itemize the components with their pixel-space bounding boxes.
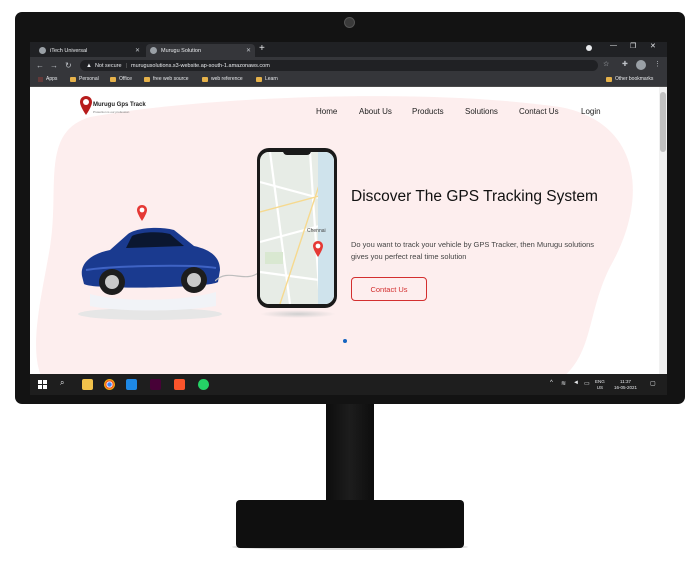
bookmark-office[interactable]: Office [110, 76, 132, 82]
folder-icon [70, 76, 76, 82]
search-icon[interactable]: ⌕ [60, 378, 64, 388]
nav-home[interactable]: Home [316, 107, 337, 116]
slider-indicator-dot[interactable] [343, 339, 347, 343]
nav-solutions[interactable]: Solutions [465, 107, 498, 116]
bookmark-label: free web source [153, 76, 189, 82]
notifications-icon[interactable]: ▢ [650, 380, 656, 387]
hero-title: Discover The GPS Tracking System [351, 188, 598, 205]
maximize-icon[interactable]: ❐ [630, 42, 636, 50]
car-illustration [78, 227, 222, 320]
monitor-stand-base [236, 500, 464, 548]
contact-us-button[interactable]: Contact Us [351, 277, 427, 301]
bookmark-label: Other bookmarks [615, 76, 654, 82]
monitor-screen: iTech Universal ✕ Murugu Solution ✕ + — … [30, 42, 667, 395]
nav-login[interactable]: Login [581, 107, 601, 116]
bookmark-web-reference[interactable]: web reference [202, 76, 243, 82]
bookmark-label: Personal [79, 76, 99, 82]
monitor-stand-neck [326, 404, 374, 512]
map-location-pin-icon [313, 241, 323, 257]
warning-icon: ▲ [86, 62, 92, 69]
kebab-menu-icon[interactable]: ⋮ [654, 60, 661, 68]
bookmark-free-web-source[interactable]: free web source [144, 76, 189, 82]
map-city-label: Chennai [307, 228, 326, 234]
bookmark-personal[interactable]: Personal [70, 76, 99, 82]
brave-icon[interactable] [174, 379, 185, 390]
region-code: US [596, 385, 604, 390]
bookmark-label: Learn [265, 76, 278, 82]
url-text[interactable]: murugusolutions.s3-website.ap-south-1.am… [131, 63, 270, 69]
tab-title: iTech Universal [50, 47, 88, 54]
phone-notch [283, 150, 311, 155]
other-bookmarks[interactable]: Other bookmarks [606, 76, 653, 82]
security-label: Not secure [94, 62, 122, 69]
file-explorer-icon[interactable] [82, 379, 93, 390]
webcam [344, 17, 355, 28]
folder-icon [256, 76, 262, 82]
scrollbar-thumb[interactable] [660, 92, 666, 152]
car-location-pin-icon [137, 205, 147, 221]
battery-icon[interactable]: ▭ [584, 380, 590, 387]
bookmark-label: Apps [46, 76, 58, 82]
tab-itech-universal[interactable]: iTech Universal ✕ [35, 44, 144, 57]
close-window-icon[interactable]: ✕ [650, 42, 656, 50]
nav-about-us[interactable]: About Us [359, 107, 392, 116]
bookmark-apps[interactable]: Apps [38, 76, 57, 82]
hero-description: Do you want to track your vehicle by GPS… [351, 240, 595, 261]
nav-contact-us[interactable]: Contact Us [519, 107, 559, 116]
globe-icon [39, 47, 46, 54]
logo-title[interactable]: Murugu Gps Track [93, 102, 146, 108]
bookmark-star-icon[interactable]: ☆ [603, 60, 609, 68]
folder-icon [110, 76, 116, 82]
phone-shadow [260, 310, 336, 318]
reload-icon[interactable]: ↻ [65, 61, 72, 70]
language-indicator[interactable]: ENG US [595, 379, 605, 391]
whatsapp-icon[interactable] [198, 379, 209, 390]
back-arrow-icon[interactable]: ← [36, 61, 44, 70]
clock-date: 16-05-2021 [614, 385, 638, 390]
new-tab-button[interactable]: + [259, 43, 265, 54]
record-indicator-icon[interactable] [586, 45, 592, 51]
tab-murugu-solution[interactable]: Murugu Solution ✕ [146, 44, 255, 57]
close-icon[interactable]: ✕ [135, 47, 140, 54]
globe-icon [150, 47, 157, 54]
divider: | [125, 62, 127, 69]
extensions-icon[interactable]: ✚ [622, 60, 628, 68]
bookmark-learn[interactable]: Learn [256, 76, 278, 82]
close-icon[interactable]: ✕ [246, 47, 251, 54]
adobe-xd-icon[interactable] [150, 379, 161, 390]
bookmark-label: Office [119, 76, 132, 82]
minimize-icon[interactable]: — [610, 42, 617, 49]
chevron-up-icon[interactable]: ^ [550, 380, 553, 386]
tab-title: Murugu Solution [161, 47, 202, 54]
forward-arrow-icon[interactable]: → [50, 61, 58, 70]
start-icon[interactable] [38, 380, 47, 389]
clock[interactable]: 11:37 16-05-2021 [614, 379, 637, 391]
apps-grid-icon [38, 76, 43, 82]
address-bar[interactable]: ▲ Not secure | murugusolutions.s3-websit… [80, 60, 598, 71]
logo-tagline: Protection is our profession [93, 110, 130, 114]
folder-icon [202, 76, 208, 82]
vscode-icon[interactable] [126, 379, 137, 390]
folder-icon [144, 76, 150, 82]
location-pin-logo-icon[interactable] [79, 95, 93, 117]
network-icon[interactable]: ≋ [561, 380, 566, 387]
bookmark-label: web reference [211, 76, 243, 82]
avatar[interactable] [636, 60, 646, 70]
nav-products[interactable]: Products [412, 107, 444, 116]
folder-icon [606, 76, 612, 82]
chrome-icon[interactable] [104, 379, 115, 390]
volume-icon[interactable]: ◄ [573, 380, 579, 386]
